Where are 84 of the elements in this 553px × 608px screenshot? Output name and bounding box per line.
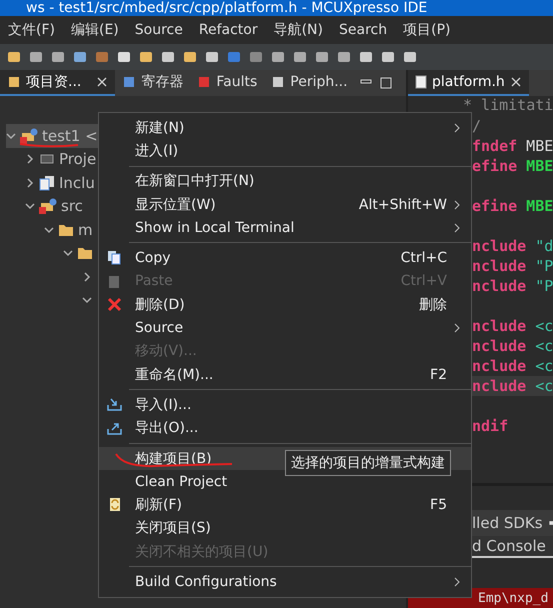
refresh-icon bbox=[107, 497, 122, 512]
code-text: nclude <c bbox=[472, 317, 553, 335]
console-title: d Console bbox=[472, 537, 546, 555]
menu-item[interactable]: Search bbox=[331, 22, 396, 38]
tree-item[interactable]: src bbox=[25, 194, 87, 218]
toolbar-tool-icon[interactable] bbox=[116, 49, 132, 65]
menu-item[interactable]: Copy Ctrl+C bbox=[99, 246, 471, 270]
code-text: nclude "P bbox=[472, 277, 553, 295]
import-icon bbox=[107, 397, 122, 412]
view-tab[interactable]: Faults bbox=[190, 70, 264, 96]
toolbar-tool-icon[interactable] bbox=[160, 49, 176, 65]
menu-item[interactable]: 重命名(M)... F2 bbox=[99, 362, 471, 386]
view-tab[interactable]: Periph... bbox=[264, 70, 355, 96]
view-tab-icon bbox=[271, 75, 286, 89]
header-file-icon bbox=[415, 75, 427, 89]
console-text: Emp\nxp_d bbox=[478, 590, 548, 606]
folder-icon bbox=[58, 222, 74, 237]
maximize-icon[interactable] bbox=[380, 77, 392, 89]
menu-item[interactable]: 显示位置(W) Alt+Shift+W bbox=[99, 192, 471, 216]
menu-item[interactable]: 关闭项目(S) bbox=[99, 516, 471, 540]
view-tab[interactable]: 寄存器 bbox=[115, 70, 190, 96]
toolbar-tool-icon[interactable] bbox=[270, 49, 286, 65]
toolbar-tool-icon[interactable] bbox=[182, 49, 198, 65]
code-text: nclude <c bbox=[472, 357, 553, 375]
menu-item[interactable]: 文件(F) bbox=[0, 21, 63, 39]
close-icon[interactable] bbox=[96, 76, 108, 88]
toolbar-tool-icon[interactable] bbox=[72, 49, 88, 65]
close-icon[interactable] bbox=[510, 76, 522, 88]
view-tab-icon bbox=[197, 75, 212, 89]
menu-item[interactable]: 编辑(E) bbox=[62, 21, 127, 39]
export-icon bbox=[107, 420, 122, 436]
toolbar-tool-icon[interactable] bbox=[28, 49, 44, 65]
view-tab[interactable]: 项目资... bbox=[0, 70, 116, 96]
code-text: nclude <c bbox=[472, 377, 553, 395]
window-title: ws - test1/src/mbed/src/cpp/platform.h - MCUXpresso IDE bbox=[26, 0, 428, 16]
tree-item[interactable]: m bbox=[44, 218, 97, 242]
folder-icon bbox=[77, 246, 93, 260]
toolbar-tool-icon[interactable] bbox=[380, 49, 396, 65]
copy-icon bbox=[107, 250, 122, 266]
code-text: / bbox=[472, 117, 482, 135]
tree-item[interactable]: Inclu bbox=[25, 171, 99, 194]
menu-item[interactable]: 刷新(F) F5 bbox=[99, 493, 471, 517]
toolbar-tool-icon[interactable] bbox=[204, 49, 220, 65]
toolbar-tool-icon[interactable] bbox=[50, 49, 66, 65]
view-tab-icon bbox=[122, 75, 136, 89]
menu-item[interactable]: Show in Local Terminal bbox=[99, 216, 471, 240]
menu-item[interactable]: 进入(I) bbox=[99, 139, 471, 163]
menu-item[interactable]: 新建(N) bbox=[99, 116, 471, 140]
menu-item[interactable]: 导入(I)... bbox=[99, 393, 471, 417]
chip-icon bbox=[39, 152, 55, 166]
project-icon bbox=[39, 198, 57, 214]
editor-tab[interactable]: platform.h bbox=[408, 70, 529, 96]
code-text: fndef MBE bbox=[472, 137, 553, 155]
menu-item[interactable]: Refactor bbox=[190, 22, 266, 38]
view-tab-icon bbox=[7, 75, 21, 89]
code-text: efine MBE bbox=[472, 157, 553, 175]
menu-item[interactable]: 项目(P) bbox=[395, 21, 458, 39]
toolbar-tool-icon[interactable] bbox=[138, 49, 154, 65]
paste-icon bbox=[107, 274, 122, 289]
code-text: * limitati bbox=[463, 96, 553, 114]
menu-item[interactable]: Source bbox=[99, 316, 471, 340]
toolbar-tool-icon[interactable] bbox=[336, 49, 352, 65]
menu-item[interactable]: Build Configurations bbox=[99, 570, 471, 594]
menu-item[interactable]: 删除(D) 删除 bbox=[99, 293, 471, 316]
header-files-icon bbox=[39, 174, 55, 191]
code-text: efine MBE bbox=[472, 197, 553, 215]
code-text: nclude <c bbox=[472, 337, 553, 355]
menu-item[interactable]: 在新窗口中打开(N) bbox=[99, 170, 471, 193]
underline-mark bbox=[18, 141, 80, 149]
code-text: nclude "P bbox=[472, 257, 553, 275]
project-icon bbox=[20, 128, 38, 144]
toolbar-tool-icon[interactable] bbox=[6, 49, 22, 65]
delete-icon bbox=[107, 297, 122, 312]
toolbar-tool-icon[interactable] bbox=[292, 49, 308, 65]
menu-item[interactable]: 导航(N) bbox=[266, 21, 331, 39]
tooltip: 选择的项目的增量式构建 bbox=[285, 450, 451, 476]
menu-item[interactable]: Source bbox=[126, 22, 191, 38]
code-text: ndif bbox=[472, 417, 508, 435]
menu-item[interactable]: 导出(O)... bbox=[99, 416, 471, 440]
code-text: nclude "d bbox=[472, 237, 553, 255]
tree-item[interactable]: Proje bbox=[25, 148, 100, 171]
toolbar-tool-icon[interactable] bbox=[314, 49, 330, 65]
toolbar-tool-icon[interactable] bbox=[358, 49, 374, 65]
toolbar-tool-icon[interactable] bbox=[402, 49, 418, 65]
